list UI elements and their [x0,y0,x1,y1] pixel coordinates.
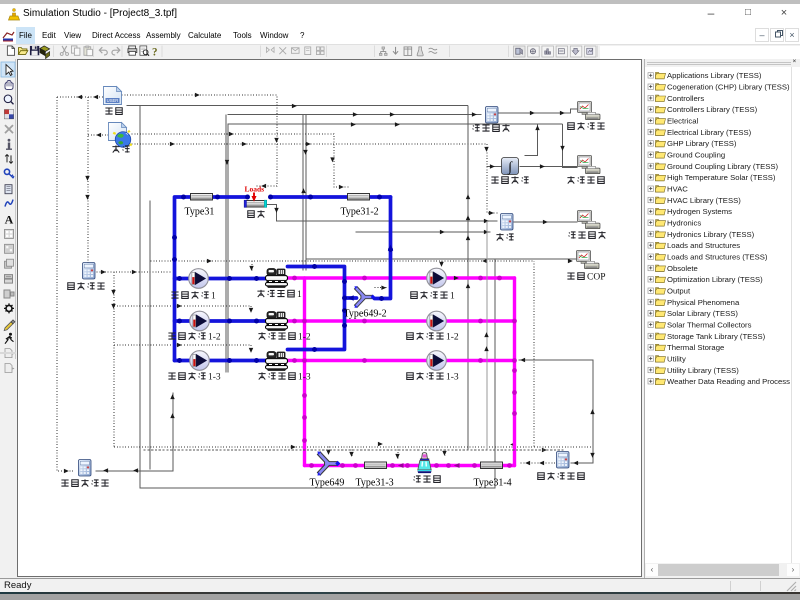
svg-text:Applications Library (TESS): Applications Library (TESS) [667,71,762,80]
svg-text:Obsolete: Obsolete [667,264,698,273]
svg-text:GHP Library (TESS): GHP Library (TESS) [667,139,737,148]
svg-text:Hydronics: Hydronics [667,219,701,228]
svg-text:Utility: Utility [667,354,686,363]
svg-text:High Temperature Solar (TESS): High Temperature Solar (TESS) [667,173,776,182]
svg-text:Controllers: Controllers [667,94,704,103]
svg-text:Controllers Library (TESS): Controllers Library (TESS) [667,105,758,114]
svg-text:Ground Coupling: Ground Coupling [667,151,725,160]
svg-text:Hydrogen Systems: Hydrogen Systems [667,207,732,216]
svg-text:Storage Tank Library (TESS): Storage Tank Library (TESS) [667,332,766,341]
svg-text:Cogeneration (CHP) Library (TE: Cogeneration (CHP) Library (TESS) [667,83,790,92]
svg-text:Electrical: Electrical [667,117,698,126]
svg-text:Loads and Structures (TESS): Loads and Structures (TESS) [667,253,768,262]
svg-text:HVAC: HVAC [667,185,688,194]
svg-text:Solar Thermal Collectors: Solar Thermal Collectors [667,321,752,330]
svg-text:Electrical Library (TESS): Electrical Library (TESS) [667,128,752,137]
svg-text:Optimization Library (TESS): Optimization Library (TESS) [667,275,763,284]
svg-text:Physical Phenomena: Physical Phenomena [667,298,740,307]
svg-text:HVAC Library (TESS): HVAC Library (TESS) [667,196,741,205]
svg-text:Hydronics Library (TESS): Hydronics Library (TESS) [667,230,755,239]
svg-text:Weather Data Reading and Proce: Weather Data Reading and Process [667,377,790,386]
svg-text:Output: Output [667,287,691,296]
svg-text:Ground Coupling Library (TESS): Ground Coupling Library (TESS) [667,162,779,171]
svg-text:Loads and Structures: Loads and Structures [667,241,740,250]
svg-text:Utility Library (TESS): Utility Library (TESS) [667,366,739,375]
svg-text:Thermal Storage: Thermal Storage [667,343,724,352]
svg-text:Solar Library (TESS): Solar Library (TESS) [667,309,738,318]
